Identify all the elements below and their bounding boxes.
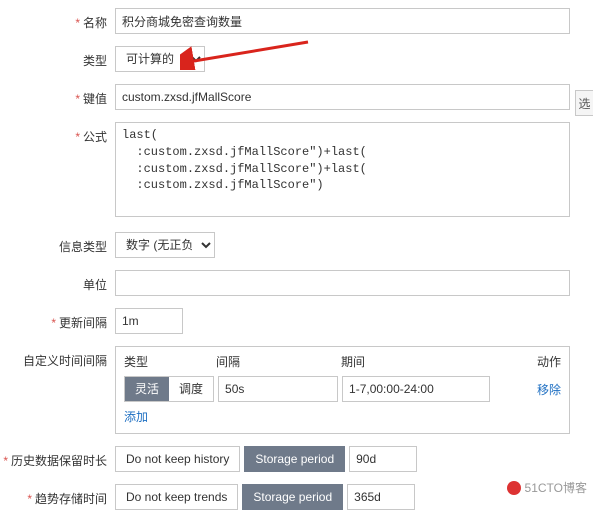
seg-flex[interactable]: 灵活 (125, 377, 169, 401)
interval-period-input (342, 376, 490, 402)
int-head-interval: 间隔 (216, 353, 341, 370)
type-select[interactable]: 可计算的 (115, 46, 205, 72)
custom-interval-box: 类型 间隔 期间 动作 灵活 调度 移除 添加 (115, 346, 570, 434)
label-trend-store: 趋势存储时间 (0, 484, 115, 507)
key-input[interactable] (115, 84, 570, 110)
label-formula: 公式 (0, 122, 115, 145)
no-history-button[interactable]: Do not keep history (115, 446, 240, 472)
trend-period-input[interactable] (347, 484, 415, 510)
update-interval-input[interactable] (115, 308, 183, 334)
label-key: 键值 (0, 84, 115, 107)
history-period-input[interactable] (349, 446, 417, 472)
int-head-period: 期间 (341, 353, 496, 370)
seg-schedule[interactable]: 调度 (169, 377, 213, 401)
int-head-type: 类型 (124, 353, 216, 370)
formula-textarea[interactable]: last( :custom.zxsd.jfMallScore")+last( :… (115, 122, 570, 217)
trend-storage-period-button[interactable]: Storage period (242, 484, 343, 510)
interval-value-input (218, 376, 338, 402)
label-infotype: 信息类型 (0, 232, 115, 255)
label-custom-interval: 自定义时间间隔 (0, 346, 115, 369)
watermark: 51CTO博客 (507, 479, 587, 496)
label-update-interval: 更新间隔 (0, 308, 115, 331)
watermark-text: 51CTO博客 (525, 479, 587, 496)
name-input[interactable] (115, 8, 570, 34)
no-trends-button[interactable]: Do not keep trends (115, 484, 238, 510)
label-history-keep: 历史数据保留时长 (0, 446, 115, 469)
history-storage-period-button[interactable]: Storage period (244, 446, 345, 472)
label-name: 名称 (0, 8, 115, 31)
infotype-select[interactable]: 数字 (无正负) (115, 232, 215, 258)
watermark-icon (507, 481, 521, 495)
key-select-button[interactable]: 选 (575, 90, 593, 116)
interval-remove-link[interactable]: 移除 (537, 381, 561, 398)
unit-input[interactable] (115, 270, 570, 296)
interval-add-link[interactable]: 添加 (124, 410, 148, 424)
interval-type-segment: 灵活 调度 (124, 376, 214, 402)
label-type: 类型 (0, 46, 115, 69)
int-head-action: 动作 (496, 353, 561, 370)
label-unit: 单位 (0, 270, 115, 293)
